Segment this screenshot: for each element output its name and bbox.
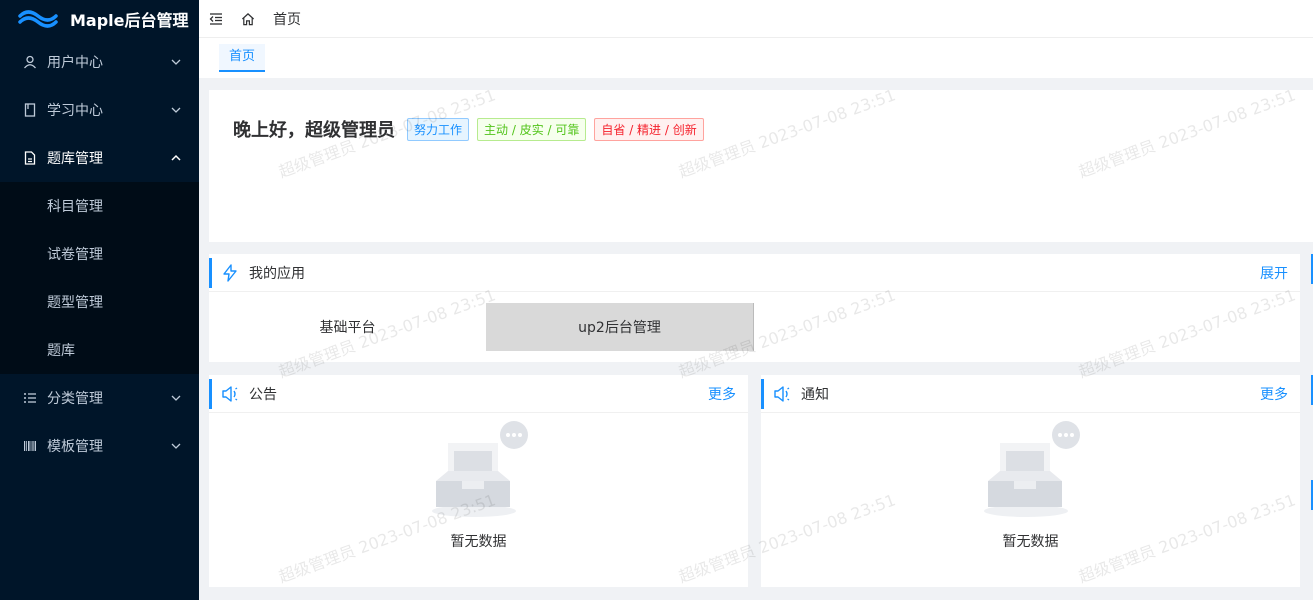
empty-state: 暂无数据 — [209, 413, 748, 551]
more-link[interactable]: 更多 — [708, 384, 736, 404]
sidebar-subitem-subject[interactable]: 科目管理 — [0, 182, 199, 230]
sidebar-subitem-question-type[interactable]: 题型管理 — [0, 278, 199, 326]
user-icon — [23, 55, 37, 69]
empty-box-icon — [983, 421, 1080, 517]
motto-badge: 自省 / 精进 / 创新 — [594, 117, 704, 141]
sidebar: Maple后台管理 用户中心 学习中心 题库管理 科目管理 试卷管理 题型管理 … — [0, 0, 199, 600]
panel-title: 公告 — [249, 386, 277, 403]
panel-title: 我的应用 — [249, 265, 305, 282]
logo-icon — [18, 10, 58, 28]
notification-panel: 通知 更多 暂无数据 — [761, 375, 1300, 587]
more-link[interactable]: 更多 — [1260, 384, 1288, 404]
motto-badge: 主动 / 皮实 / 可靠 — [477, 117, 587, 141]
app-tile[interactable]: up2后台管理 — [486, 303, 754, 351]
chevron-down-icon — [171, 107, 181, 113]
empty-text: 暂无数据 — [450, 534, 507, 550]
top-header: 首页 — [199, 0, 1313, 38]
list-icon — [23, 391, 37, 405]
greeting-text: 晚上好，超级管理员 — [233, 120, 395, 141]
sidebar-item-template[interactable]: 模板管理 — [0, 422, 199, 470]
megaphone-icon — [221, 385, 239, 403]
panel-title: 通知 — [801, 386, 829, 403]
sidebar-subitem-question-bank[interactable]: 题库 — [0, 326, 199, 374]
motto-badge: 努力工作 — [407, 117, 470, 141]
empty-box-icon — [431, 421, 528, 517]
sidebar-item-label: 用户中心 — [47, 55, 103, 71]
document-icon — [23, 151, 37, 165]
sidebar-item-label: 学习中心 — [47, 103, 103, 119]
sidebar-item-user-center[interactable]: 用户中心 — [0, 38, 199, 86]
chevron-down-icon — [171, 443, 181, 449]
barcode-icon — [23, 439, 37, 453]
empty-state: 暂无数据 — [761, 413, 1300, 551]
announcement-panel: 公告 更多 暂无数据 — [209, 375, 748, 587]
lightning-icon — [221, 263, 239, 282]
expand-link[interactable]: 展开 — [1260, 263, 1288, 283]
sidebar-item-category[interactable]: 分类管理 — [0, 374, 199, 422]
chevron-up-icon — [171, 154, 181, 161]
sidebar-item-label: 模板管理 — [47, 439, 103, 455]
app-logo[interactable]: Maple后台管理 — [0, 0, 199, 38]
book-icon — [23, 103, 37, 117]
app-title: Maple后台管理 — [70, 11, 189, 30]
empty-text: 暂无数据 — [1002, 534, 1059, 550]
greeting-card: 晚上好，超级管理员 努力工作 主动 / 皮实 / 可靠 自省 / 精进 / 创新 — [209, 90, 1313, 242]
chevron-down-icon — [171, 59, 181, 65]
my-apps-panel: 我的应用 展开 基础平台 up2后台管理 — [209, 254, 1300, 362]
sidebar-subitem-exam-paper[interactable]: 试卷管理 — [0, 230, 199, 278]
submenu-question-bank: 科目管理 试卷管理 题型管理 题库 — [0, 182, 199, 374]
sidebar-item-question-bank[interactable]: 题库管理 — [0, 134, 199, 182]
breadcrumb: 首页 — [273, 11, 301, 28]
tags-bar: 首页 — [199, 38, 1313, 78]
sidebar-item-label: 题库管理 — [47, 151, 103, 167]
sidebar-item-label: 分类管理 — [47, 391, 103, 407]
tab-home[interactable]: 首页 — [219, 44, 266, 72]
home-icon[interactable] — [241, 12, 255, 26]
megaphone-icon — [773, 385, 791, 403]
app-tile[interactable]: 基础平台 — [209, 303, 486, 351]
sidebar-item-study-center[interactable]: 学习中心 — [0, 86, 199, 134]
chevron-down-icon — [171, 395, 181, 401]
menu-fold-icon[interactable] — [209, 12, 223, 26]
